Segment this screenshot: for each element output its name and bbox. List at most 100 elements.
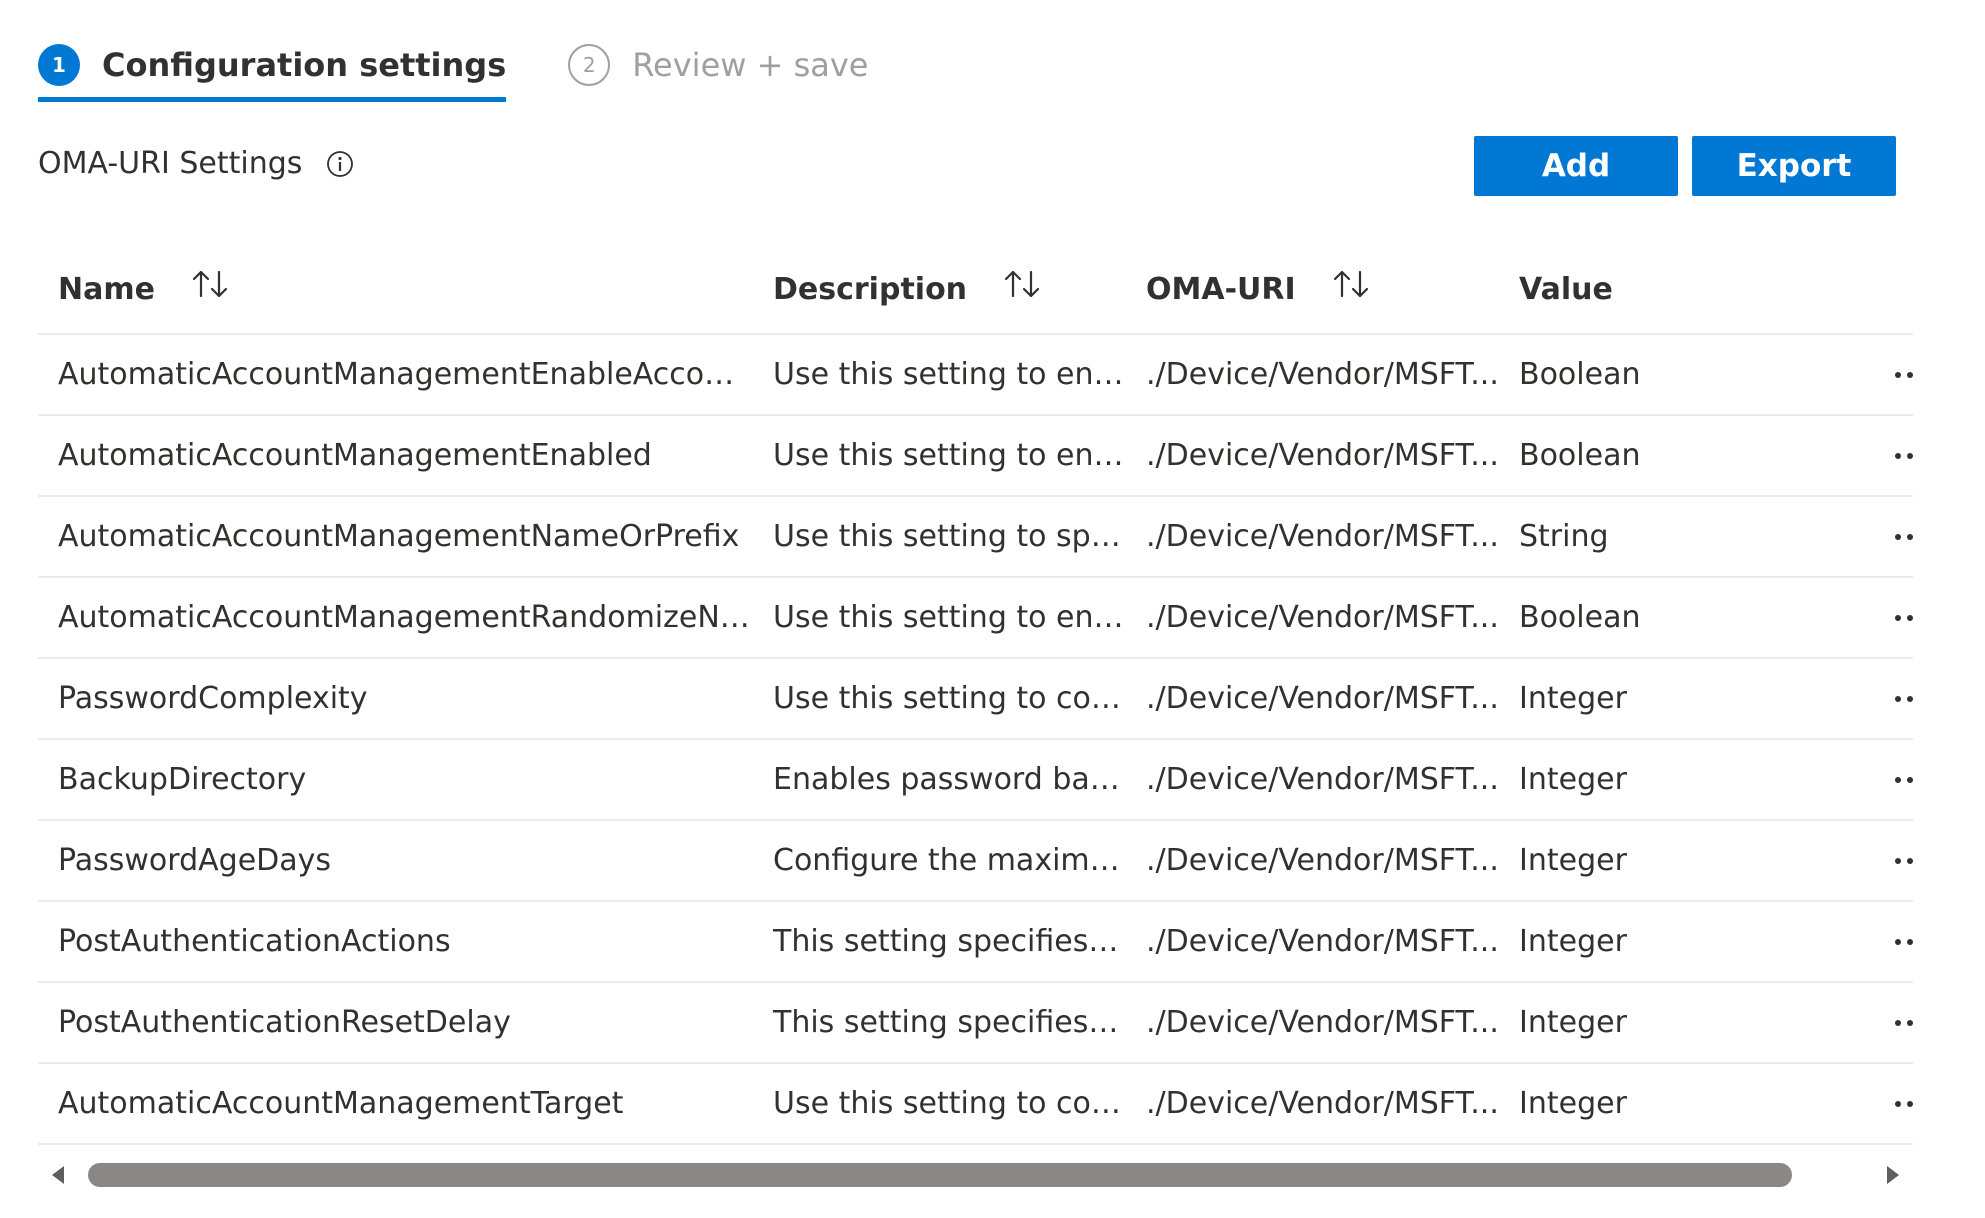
cell-description: Enables password bac... [773, 762, 1126, 797]
cell-value: Boolean [1519, 357, 1641, 392]
cell-name: BackupDirectory [58, 762, 307, 797]
table-body: AutomaticAccountManagementEnableAccount … [38, 335, 1913, 1145]
cell-name: AutomaticAccountManagementEnableAccount [58, 357, 753, 392]
cell-value: String [1519, 519, 1609, 554]
cell-description: Use this setting to ena... [773, 438, 1126, 473]
row-actions [1859, 365, 1913, 385]
add-button[interactable]: Add [1474, 136, 1678, 196]
table-header: Name Description OMA-URI Value [38, 245, 1913, 335]
row-actions [1859, 446, 1913, 466]
column-header-label: Value [1519, 271, 1613, 307]
row-actions [1859, 932, 1913, 952]
table-row[interactable]: PostAuthenticationActions This setting s… [38, 902, 1913, 983]
more-horizontal-icon[interactable] [1895, 446, 1913, 466]
row-actions [1859, 851, 1913, 871]
scroll-thumb[interactable] [88, 1163, 1792, 1187]
cell-oma-uri: ./Device/Vendor/MSFT... [1146, 600, 1499, 635]
cell-description: Use this setting to con... [773, 681, 1126, 716]
cell-value: Boolean [1519, 600, 1641, 635]
table-row[interactable]: AutomaticAccountManagementEnabled Use th… [38, 416, 1913, 497]
info-icon[interactable] [326, 150, 354, 178]
toolbar: Add Export [1474, 136, 1896, 196]
more-horizontal-icon[interactable] [1895, 932, 1913, 952]
cell-name: PostAuthenticationActions [58, 924, 451, 959]
cell-oma-uri: ./Device/Vendor/MSFT... [1146, 1086, 1499, 1121]
more-horizontal-icon[interactable] [1895, 608, 1913, 628]
cell-oma-uri: ./Device/Vendor/MSFT... [1146, 924, 1499, 959]
cell-value: Integer [1519, 681, 1627, 716]
cell-description: Configure the maximu... [773, 843, 1126, 878]
row-actions [1859, 1094, 1913, 1114]
step-review-save[interactable]: 2 Review + save [568, 34, 868, 96]
more-horizontal-icon[interactable] [1895, 365, 1913, 385]
column-header-description[interactable]: Description [753, 270, 1126, 307]
cell-oma-uri: ./Device/Vendor/MSFT... [1146, 681, 1499, 716]
section-header: OMA-URI Settings [38, 146, 354, 181]
table-row[interactable]: BackupDirectory Enables password bac... … [38, 740, 1913, 821]
step-label-configuration-settings: Configuration settings [102, 46, 507, 84]
column-header-value: Value [1499, 272, 1859, 307]
cell-oma-uri: ./Device/Vendor/MSFT... [1146, 843, 1499, 878]
cell-oma-uri: ./Device/Vendor/MSFT... [1146, 519, 1499, 554]
cell-name: PasswordAgeDays [58, 843, 332, 878]
cell-description: Use this setting to con... [773, 1086, 1126, 1121]
oma-uri-settings-table: Name Description OMA-URI Value Automatic… [38, 245, 1913, 1145]
table-row[interactable]: PasswordComplexity Use this setting to c… [38, 659, 1913, 740]
cell-name: AutomaticAccountManagementTarget [58, 1086, 624, 1121]
horizontal-scrollbar[interactable] [38, 1153, 1913, 1197]
column-header-name[interactable]: Name [38, 270, 753, 307]
cell-description: Use this setting to ena... [773, 600, 1126, 635]
step-number-2: 2 [568, 44, 611, 86]
more-horizontal-icon[interactable] [1895, 1013, 1913, 1033]
more-horizontal-icon[interactable] [1895, 1094, 1913, 1114]
cell-description: This setting specifies t... [773, 924, 1126, 959]
wizard-steps: 1 Configuration settings 2 Review + save [38, 34, 868, 106]
cell-description: This setting specifies t... [773, 1005, 1126, 1040]
sort-arrows-icon[interactable] [1001, 266, 1043, 302]
column-header-label: OMA-URI [1146, 271, 1296, 307]
cell-value: Integer [1519, 1086, 1627, 1121]
chevron-left-icon[interactable] [38, 1155, 78, 1195]
row-actions [1859, 770, 1913, 790]
more-horizontal-icon[interactable] [1895, 689, 1913, 709]
column-header-label: Name [58, 271, 155, 307]
cell-oma-uri: ./Device/Vendor/MSFT... [1146, 438, 1499, 473]
row-actions [1859, 689, 1913, 709]
column-header-label: Description [773, 271, 968, 307]
cell-value: Integer [1519, 843, 1627, 878]
cell-value: Boolean [1519, 438, 1641, 473]
export-button[interactable]: Export [1692, 136, 1896, 196]
table-row[interactable]: AutomaticAccountManagementTarget Use thi… [38, 1064, 1913, 1145]
cell-name: AutomaticAccountManagementEnabled [58, 438, 652, 473]
cell-description: Use this setting to spe... [773, 519, 1126, 554]
scroll-track[interactable] [88, 1163, 1863, 1187]
row-actions [1859, 527, 1913, 547]
sort-arrows-icon[interactable] [1330, 266, 1372, 302]
more-horizontal-icon[interactable] [1895, 527, 1913, 547]
cell-name: PostAuthenticationResetDelay [58, 1005, 511, 1040]
table-row[interactable]: AutomaticAccountManagementRandomizeNa...… [38, 578, 1913, 659]
cell-description: Use this setting to ena... [773, 357, 1126, 392]
cell-value: Integer [1519, 924, 1627, 959]
more-horizontal-icon[interactable] [1895, 770, 1913, 790]
table-row[interactable]: AutomaticAccountManagementNameOrPrefix U… [38, 497, 1913, 578]
cell-value: Integer [1519, 762, 1627, 797]
cell-oma-uri: ./Device/Vendor/MSFT... [1146, 357, 1499, 392]
more-horizontal-icon[interactable] [1895, 851, 1913, 871]
step-number-1: 1 [38, 44, 80, 86]
step-label-review-save: Review + save [632, 46, 869, 84]
table-row[interactable]: AutomaticAccountManagementEnableAccount … [38, 335, 1913, 416]
table-row[interactable]: PasswordAgeDays Configure the maximu... … [38, 821, 1913, 902]
row-actions [1859, 1013, 1913, 1033]
cell-name: PasswordComplexity [58, 681, 368, 716]
row-actions [1859, 608, 1913, 628]
sort-arrows-icon[interactable] [189, 266, 231, 302]
step-configuration-settings[interactable]: 1 Configuration settings [38, 34, 507, 102]
cell-oma-uri: ./Device/Vendor/MSFT... [1146, 1005, 1499, 1040]
column-header-oma-uri[interactable]: OMA-URI [1126, 270, 1499, 307]
chevron-right-icon[interactable] [1873, 1155, 1913, 1195]
section-title: OMA-URI Settings [38, 146, 303, 181]
cell-name: AutomaticAccountManagementRandomizeNa... [58, 600, 753, 635]
cell-value: Integer [1519, 1005, 1627, 1040]
table-row[interactable]: PostAuthenticationResetDelay This settin… [38, 983, 1913, 1064]
